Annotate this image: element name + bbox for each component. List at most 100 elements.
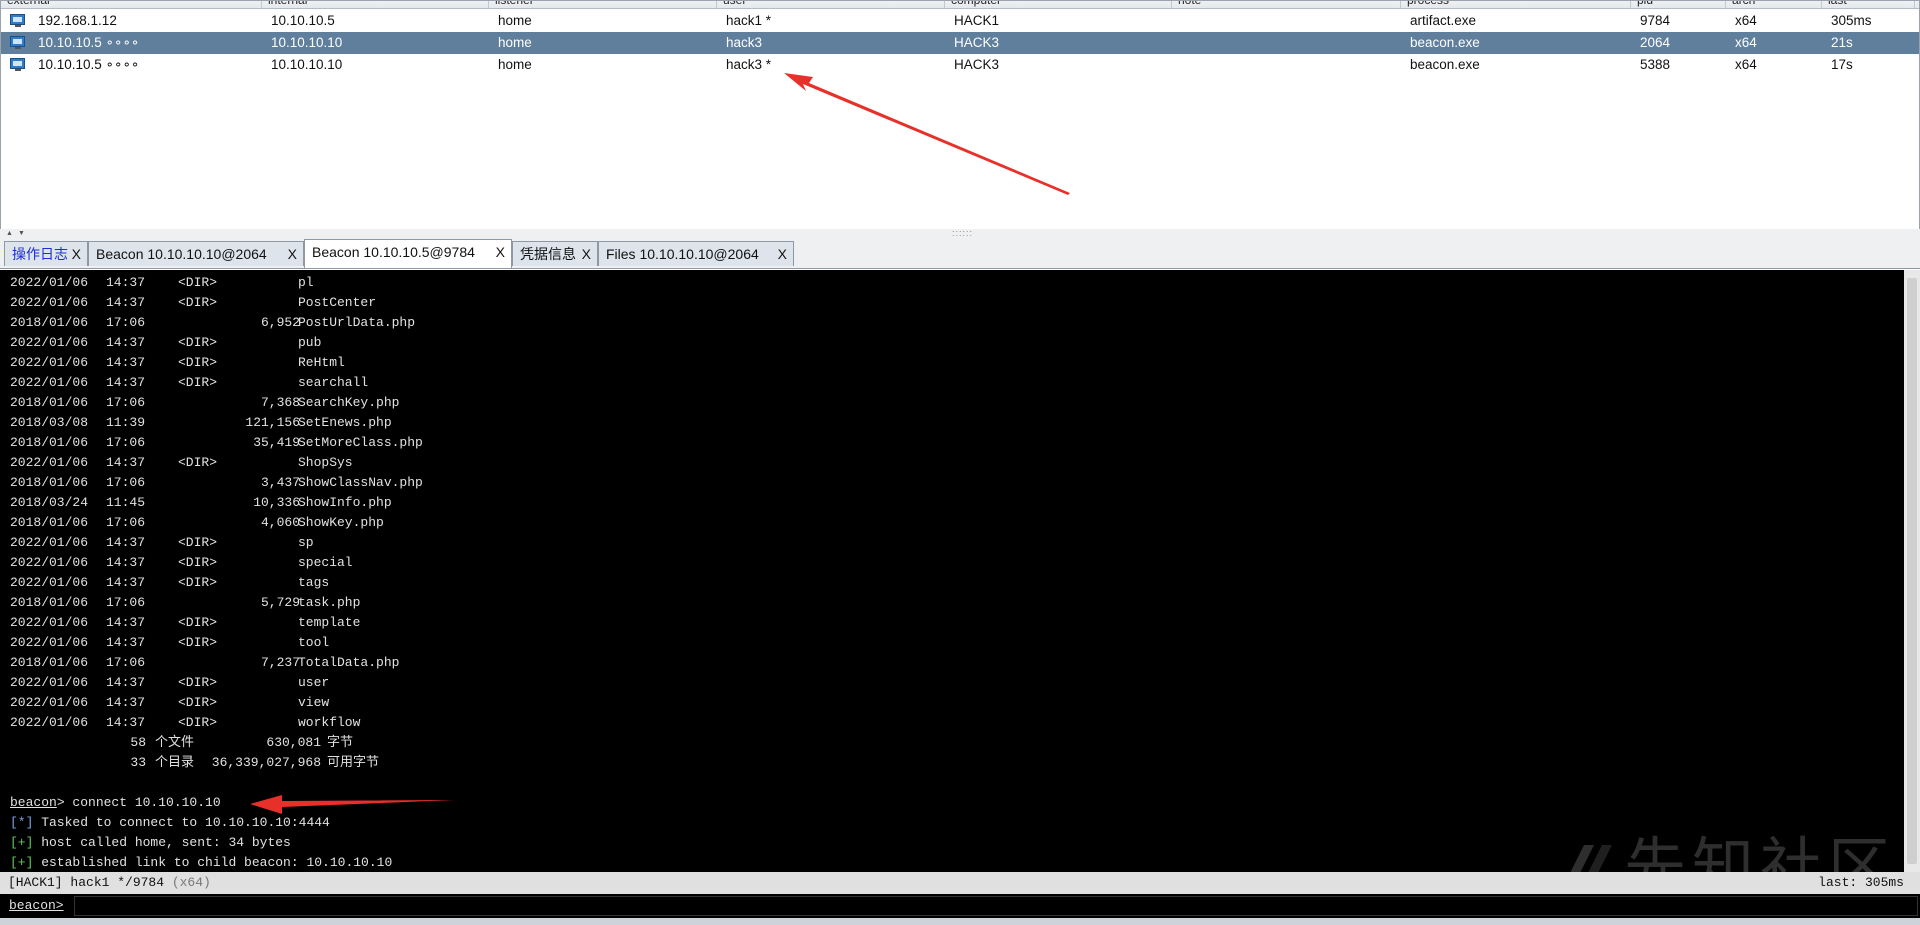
listing-date: 2018/03/08 bbox=[10, 415, 89, 430]
dir-listing-line: 2022/01/06 14:37 <DIR> pl bbox=[10, 273, 470, 293]
pane-splitter[interactable]: ▲ ▼ :::::: bbox=[0, 229, 1920, 239]
scrollbar-thumb[interactable] bbox=[1907, 278, 1917, 864]
session-row[interactable]: 192.168.1.12 10.10.10.5 home hack1 * HACK1 ar… bbox=[1, 10, 1919, 32]
listing-date: 2018/01/06 bbox=[10, 475, 89, 490]
listing-time: 14:37 bbox=[106, 535, 146, 550]
column-header-last[interactable]: last bbox=[1822, 1, 1915, 8]
listing-name: task.php bbox=[298, 595, 361, 610]
cell-pid: 9784 bbox=[1640, 13, 1671, 28]
cell-external: 192.168.1.12 bbox=[38, 13, 117, 28]
listing-name: special bbox=[298, 555, 353, 570]
cell-last: 17s bbox=[1831, 57, 1853, 72]
listing-time: 14:37 bbox=[106, 295, 146, 310]
tab-close-icon[interactable]: X bbox=[582, 242, 591, 266]
listing-date: 2018/01/06 bbox=[10, 655, 89, 670]
cell-user: hack1 * bbox=[726, 13, 772, 28]
listing-type: <DIR> bbox=[178, 715, 218, 730]
listing-name: ShopSys bbox=[298, 455, 353, 470]
listing-type: <DIR> bbox=[178, 535, 218, 550]
tab-3[interactable]: 凭据信息 X bbox=[512, 241, 598, 266]
listing-date: 2022/01/06 bbox=[10, 335, 89, 350]
column-header-external[interactable]: external bbox=[1, 1, 262, 8]
dir-listing-line: 2022/01/06 14:37 <DIR> PostCenter bbox=[10, 293, 470, 313]
dir-listing-line: 2022/01/06 14:37 <DIR> user bbox=[10, 673, 470, 693]
cell-pid: 2064 bbox=[1640, 35, 1671, 50]
listing-date: 2022/01/06 bbox=[10, 715, 89, 730]
console-scrollbar[interactable] bbox=[1904, 270, 1920, 872]
tab-1[interactable]: Beacon 10.10.10.10@2064 X bbox=[88, 241, 304, 266]
dir-listing-line: 2022/01/06 14:37 <DIR> workflow bbox=[10, 713, 470, 733]
summary-count: 58 bbox=[130, 735, 146, 750]
listing-time: 14:37 bbox=[106, 675, 146, 690]
tab-close-icon[interactable]: X bbox=[72, 242, 81, 266]
listing-name: SetMoreClass.php bbox=[298, 435, 423, 450]
listing-type: <DIR> bbox=[178, 695, 218, 710]
splitter-grip-icon[interactable]: :::::: bbox=[952, 229, 973, 238]
summary-unit: 可用字节 bbox=[327, 755, 380, 770]
column-header-arch[interactable]: arch bbox=[1726, 1, 1822, 8]
collapse-down-icon[interactable]: ▼ bbox=[18, 229, 25, 238]
console-prompt: beacon bbox=[10, 795, 57, 810]
column-header-note[interactable]: note bbox=[1172, 1, 1401, 8]
cell-process: beacon.exe bbox=[1410, 57, 1480, 72]
tab-close-icon[interactable]: X bbox=[778, 242, 787, 266]
dir-listing-line: 2018/03/08 11:39 121,156 SetEnews.php bbox=[10, 413, 470, 433]
listing-date: 2022/01/06 bbox=[10, 375, 89, 390]
tab-label: Beacon 10.10.10.5@9784 bbox=[312, 244, 475, 260]
tab-close-icon[interactable]: X bbox=[496, 240, 505, 264]
listing-type: <DIR> bbox=[178, 295, 218, 310]
column-header-listener[interactable]: listener bbox=[489, 1, 717, 8]
session-row[interactable]: 10.10.10.5 ∘∘∘∘ 10.10.10.10 home hack3 * HAC… bbox=[1, 54, 1919, 76]
session-row[interactable]: 10.10.10.5 ∘∘∘∘ 10.10.10.10 home hack3 HACK3… bbox=[1, 32, 1919, 54]
listing-time: 17:06 bbox=[106, 395, 146, 410]
listing-name: sp bbox=[298, 535, 314, 550]
listing-type: <DIR> bbox=[178, 615, 218, 630]
tab-2[interactable]: Beacon 10.10.10.5@9784 X bbox=[304, 239, 512, 268]
cell-process: artifact.exe bbox=[1410, 13, 1477, 28]
listing-date: 2022/01/06 bbox=[10, 695, 89, 710]
window-bottom-edge bbox=[0, 918, 1920, 925]
cell-last: 21s bbox=[1831, 35, 1853, 50]
listing-time: 17:06 bbox=[106, 435, 146, 450]
listing-date: 2018/01/06 bbox=[10, 515, 89, 530]
console-command: > connect 10.10.10.10 bbox=[56, 795, 221, 810]
listing-time: 14:37 bbox=[106, 615, 146, 630]
dir-listing-line: 2018/03/24 11:45 10,336 ShowInfo.php bbox=[10, 493, 470, 513]
dir-listing-line: 2022/01/06 14:37 <DIR> ShopSys bbox=[10, 453, 470, 473]
cell-arch: x64 bbox=[1735, 57, 1757, 72]
listing-date: 2022/01/06 bbox=[10, 635, 89, 650]
summary-label: 个文件 bbox=[155, 735, 195, 750]
column-header-internal[interactable]: internal bbox=[262, 1, 489, 8]
column-header-process[interactable]: process bbox=[1401, 1, 1631, 8]
listing-date: 2018/01/06 bbox=[10, 315, 89, 330]
cell-internal: 10.10.10.10 bbox=[271, 57, 343, 72]
cell-user: hack3 * bbox=[726, 57, 772, 72]
status-session-info: [HACK1] hack1 */9784 (x64) bbox=[8, 872, 211, 894]
column-header-pid[interactable]: pid bbox=[1631, 1, 1726, 8]
listing-name: ShowClassNav.php bbox=[298, 475, 423, 490]
beacon-console-output[interactable]: 2022/01/06 14:37 <DIR> pl 2022/01/06 14:37 <DI… bbox=[0, 270, 1904, 872]
command-input[interactable] bbox=[74, 896, 1918, 916]
listing-name: tool bbox=[298, 635, 330, 650]
tab-4[interactable]: Files 10.10.10.10@2064 X bbox=[598, 241, 794, 266]
listing-time: 14:37 bbox=[106, 355, 146, 370]
column-header-user[interactable]: user bbox=[717, 1, 945, 8]
tab-label: Files 10.10.10.10@2064 bbox=[606, 246, 759, 262]
summary-size: 630,081 bbox=[266, 735, 321, 750]
tab-0[interactable]: 操作日志 X bbox=[4, 241, 88, 266]
listing-date: 2022/01/06 bbox=[10, 615, 89, 630]
listing-date: 2022/01/06 bbox=[10, 295, 89, 310]
listing-type: <DIR> bbox=[178, 575, 218, 590]
listing-type: <DIR> bbox=[178, 635, 218, 650]
column-header-computer[interactable]: computer bbox=[945, 1, 1172, 8]
listing-size: 3,437 bbox=[260, 475, 300, 490]
listing-name: tags bbox=[298, 575, 330, 590]
listing-time: 17:06 bbox=[106, 655, 146, 670]
listing-type: <DIR> bbox=[178, 555, 218, 570]
tab-close-icon[interactable]: X bbox=[288, 242, 297, 266]
collapse-up-icon[interactable]: ▲ bbox=[6, 229, 13, 238]
sessions-table[interactable]: external internal listener user computer note… bbox=[0, 0, 1920, 230]
listing-name: workflow bbox=[298, 715, 361, 730]
listing-type: <DIR> bbox=[178, 355, 218, 370]
listing-time: 14:37 bbox=[106, 375, 146, 390]
